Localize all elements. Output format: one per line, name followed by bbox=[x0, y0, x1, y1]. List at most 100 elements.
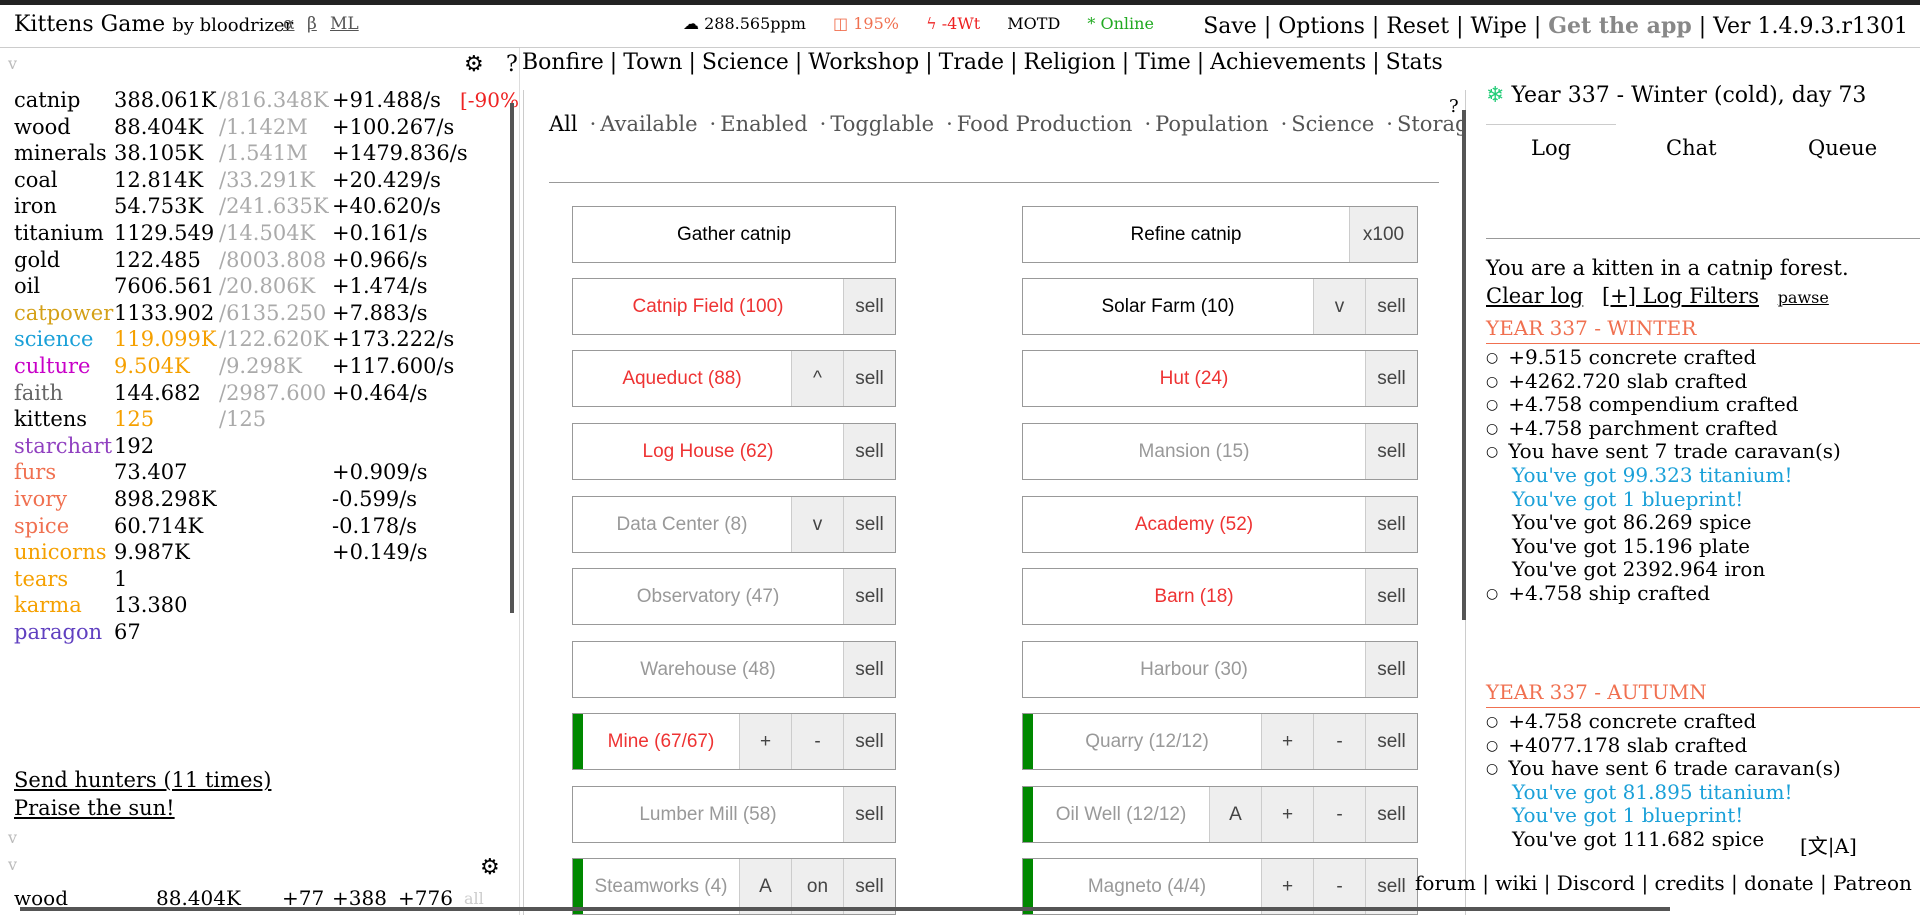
log-filters-link[interactable]: [+] Log Filters bbox=[1602, 284, 1759, 308]
filter-enabled[interactable]: Enabled bbox=[720, 112, 807, 136]
automate-button[interactable]: A bbox=[739, 859, 791, 914]
clear-log-link[interactable]: Clear log bbox=[1486, 284, 1583, 308]
warehouse-building[interactable]: Warehouse (48) sell bbox=[572, 641, 896, 698]
toggle-on-button[interactable]: on bbox=[791, 859, 843, 914]
resources-scrollbar[interactable] bbox=[510, 103, 514, 613]
sell-button[interactable]: sell bbox=[1365, 351, 1417, 406]
filter-population[interactable]: Population bbox=[1155, 112, 1268, 136]
sell-button[interactable]: sell bbox=[843, 714, 895, 769]
quarry-building[interactable]: Quarry (12/12) + - sell bbox=[1022, 713, 1418, 770]
filter-food-production[interactable]: Food Production bbox=[957, 112, 1133, 136]
barn-building[interactable]: Barn (18) sell bbox=[1022, 568, 1418, 625]
version-link[interactable]: Ver 1.4.9.3.r1301 bbox=[1713, 14, 1908, 39]
gear-icon-bottom[interactable]: ⚙ bbox=[480, 855, 500, 880]
refine-catnip-button[interactable]: Refine catnip x100 bbox=[1022, 206, 1418, 263]
tab-achievements[interactable]: Achievements bbox=[1210, 50, 1366, 75]
sell-button[interactable]: sell bbox=[1365, 424, 1417, 479]
beta-link[interactable]: β bbox=[307, 14, 317, 34]
upgrade-button[interactable]: ^ bbox=[791, 351, 843, 406]
increase-button[interactable]: + bbox=[1261, 714, 1313, 769]
mansion-building[interactable]: Mansion (15) sell bbox=[1022, 423, 1418, 480]
gather-catnip-button[interactable]: Gather catnip bbox=[572, 206, 896, 263]
sell-button[interactable]: sell bbox=[1365, 279, 1417, 334]
options-link[interactable]: Options bbox=[1278, 14, 1365, 39]
tab-trade[interactable]: Trade bbox=[939, 50, 1004, 75]
filters-divider bbox=[549, 182, 1439, 183]
oil-well-building[interactable]: Oil Well (12/12) A + - sell bbox=[1022, 786, 1418, 843]
collapse-toggle[interactable]: v bbox=[8, 54, 17, 73]
ml-link[interactable]: ML bbox=[330, 14, 359, 34]
sell-button[interactable]: sell bbox=[843, 424, 895, 479]
help-icon[interactable]: ? bbox=[506, 52, 518, 77]
tab-religion[interactable]: Religion bbox=[1024, 50, 1116, 75]
increase-button[interactable]: + bbox=[1261, 859, 1313, 914]
tab-stats[interactable]: Stats bbox=[1386, 50, 1443, 75]
collapse-toggle-2[interactable]: v bbox=[8, 828, 17, 847]
aqueduct-building[interactable]: Aqueduct (88) ^ sell bbox=[572, 350, 896, 407]
sell-button[interactable]: sell bbox=[1365, 787, 1417, 842]
bonfire-scrollbar[interactable] bbox=[1462, 110, 1466, 620]
sell-button[interactable]: sell bbox=[1365, 569, 1417, 624]
tab-time[interactable]: Time bbox=[1135, 50, 1191, 75]
tab-chat[interactable]: Chat bbox=[1666, 136, 1717, 160]
decrease-button[interactable]: - bbox=[1313, 859, 1365, 914]
craft-all[interactable]: all bbox=[464, 889, 484, 908]
downgrade-button[interactable]: v bbox=[1313, 279, 1365, 334]
get-app-link[interactable]: Get the app bbox=[1548, 13, 1691, 39]
solar-farm-building[interactable]: Solar Farm (10) v sell bbox=[1022, 278, 1418, 335]
sell-button[interactable]: sell bbox=[843, 642, 895, 697]
horizontal-scrollbar[interactable] bbox=[20, 907, 1670, 911]
sell-button[interactable]: sell bbox=[1365, 714, 1417, 769]
automate-button[interactable]: A bbox=[1209, 787, 1261, 842]
tab-log[interactable]: Log bbox=[1531, 136, 1571, 160]
tab-town[interactable]: Town bbox=[623, 50, 682, 75]
motd-link[interactable]: MOTD bbox=[1007, 14, 1060, 33]
footer-links[interactable]: forum | wiki | Discord | credits | donat… bbox=[1415, 871, 1912, 895]
sell-button[interactable]: sell bbox=[843, 569, 895, 624]
tab-bonfire[interactable]: Bonfire bbox=[522, 50, 604, 75]
decrease-button[interactable]: - bbox=[1313, 787, 1365, 842]
filter-all[interactable]: All bbox=[549, 112, 578, 136]
harbour-building[interactable]: Harbour (30) sell bbox=[1022, 641, 1418, 698]
downgrade-button[interactable]: v bbox=[791, 497, 843, 552]
praise-sun-link[interactable]: Praise the sun! bbox=[14, 796, 175, 820]
filter-togglable[interactable]: Togglable bbox=[830, 112, 934, 136]
filter-science[interactable]: Science bbox=[1291, 112, 1374, 136]
help-icon-center[interactable]: ? bbox=[1449, 96, 1459, 117]
language-toggle[interactable]: [文|A] bbox=[1800, 830, 1857, 859]
tab-science[interactable]: Science bbox=[702, 50, 789, 75]
catnip-field-building[interactable]: Catnip Field (100) sell bbox=[572, 278, 896, 335]
tab-workshop[interactable]: Workshop bbox=[808, 50, 919, 75]
sell-button[interactable]: sell bbox=[1365, 497, 1417, 552]
log-house-building[interactable]: Log House (62) sell bbox=[572, 423, 896, 480]
filter-available[interactable]: Available bbox=[600, 112, 697, 136]
data-center-building[interactable]: Data Center (8) v sell bbox=[572, 496, 896, 553]
refine-x100-button[interactable]: x100 bbox=[1349, 207, 1417, 262]
sell-button[interactable]: sell bbox=[1365, 642, 1417, 697]
reset-link[interactable]: Reset bbox=[1386, 14, 1449, 39]
send-hunters-link[interactable]: Send hunters (11 times) bbox=[14, 768, 271, 792]
increase-button[interactable]: + bbox=[739, 714, 791, 769]
academy-building[interactable]: Academy (52) sell bbox=[1022, 496, 1418, 553]
save-link[interactable]: Save bbox=[1203, 14, 1257, 39]
observatory-building[interactable]: Observatory (47) sell bbox=[572, 568, 896, 625]
online-status[interactable]: * Online bbox=[1087, 14, 1154, 33]
tab-queue[interactable]: Queue bbox=[1808, 136, 1877, 160]
collapse-toggle-3[interactable]: v bbox=[8, 855, 17, 874]
sell-button[interactable]: sell bbox=[843, 351, 895, 406]
sell-button[interactable]: sell bbox=[1365, 859, 1417, 914]
mine-building[interactable]: Mine (67/67) + - sell bbox=[572, 713, 896, 770]
lumber-mill-building[interactable]: Lumber Mill (58) sell bbox=[572, 786, 896, 843]
sell-button[interactable]: sell bbox=[843, 279, 895, 334]
sell-button[interactable]: sell bbox=[843, 497, 895, 552]
sell-button[interactable]: sell bbox=[843, 787, 895, 842]
pawse-link[interactable]: pawse bbox=[1778, 288, 1829, 307]
wipe-link[interactable]: Wipe bbox=[1470, 14, 1526, 39]
decrease-button[interactable]: - bbox=[1313, 714, 1365, 769]
decrease-button[interactable]: - bbox=[791, 714, 843, 769]
alpha-link[interactable]: α bbox=[283, 14, 294, 34]
sell-button[interactable]: sell bbox=[843, 859, 895, 914]
gear-icon[interactable]: ⚙ bbox=[464, 52, 484, 77]
increase-button[interactable]: + bbox=[1261, 787, 1313, 842]
hut-building[interactable]: Hut (24) sell bbox=[1022, 350, 1418, 407]
